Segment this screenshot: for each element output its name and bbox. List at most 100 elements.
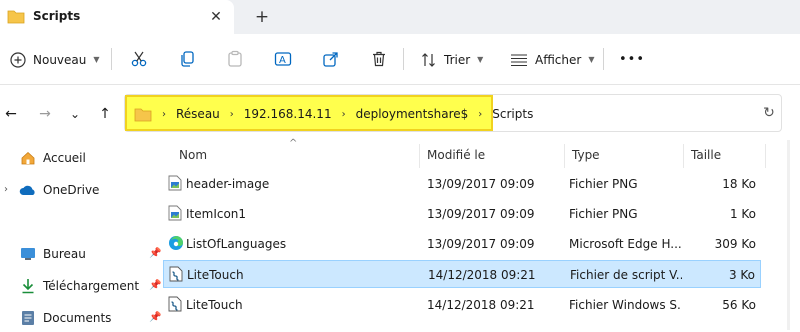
recent-locations-button[interactable]: ⌄	[65, 104, 85, 124]
copy-button[interactable]	[176, 48, 198, 70]
new-button[interactable]: Nouveau ▼	[10, 34, 100, 85]
copy-icon	[181, 51, 194, 67]
svg-text:A: A	[279, 55, 286, 66]
cloud-icon	[19, 184, 37, 196]
chevron-down-icon: ▼	[93, 55, 100, 64]
file-size: 56 Ko	[722, 298, 756, 312]
file-size: 309 Ko	[714, 237, 756, 251]
file-size: 18 Ko	[722, 177, 756, 191]
column-header-type[interactable]: Type	[572, 148, 600, 162]
view-label: Afficher	[535, 52, 582, 67]
file-type: Fichier PNG	[569, 177, 638, 191]
column-divider[interactable]	[419, 144, 420, 168]
breadcrumb: › Réseau › 192.168.14.11 › deploymentsha…	[134, 104, 533, 124]
file-type: Fichier PNG	[569, 207, 638, 221]
breadcrumb-item[interactable]: Scripts	[492, 107, 533, 121]
cut-button[interactable]	[128, 48, 150, 70]
sort-button[interactable]: Trier ▼	[421, 34, 483, 85]
image-file-icon	[168, 175, 182, 194]
breadcrumb-separator: ›	[478, 108, 483, 120]
sidebar-item-documents[interactable]: Documents 📌	[19, 307, 169, 329]
sort-label: Trier	[444, 52, 471, 67]
script-file-icon	[169, 266, 183, 285]
breadcrumb-item[interactable]: Réseau	[176, 107, 220, 121]
chevron-down-icon: ▼	[477, 55, 484, 64]
close-tab-icon[interactable]: ✕	[206, 7, 226, 27]
sidebar-item-label: Documents	[43, 311, 112, 325]
file-modified: 13/09/2017 09:09	[427, 237, 535, 251]
file-row[interactable]: ItemIcon1 13/09/2017 09:09 Fichier PNG 1…	[163, 200, 761, 228]
tab-title: Scripts	[33, 9, 81, 23]
file-name: ItemIcon1	[186, 207, 247, 221]
view-icon	[511, 53, 527, 66]
file-type: Fichier Windows S...	[569, 298, 681, 312]
sort-indicator-icon: ^	[289, 138, 298, 149]
file-size: 1 Ko	[729, 207, 756, 221]
folder-icon	[134, 107, 152, 122]
paste-button[interactable]	[224, 48, 246, 70]
home-icon	[19, 150, 37, 166]
pin-icon[interactable]: 📌	[149, 248, 161, 259]
column-header-size[interactable]: Taille	[691, 148, 721, 162]
tab-scripts[interactable]: Scripts ✕	[0, 0, 234, 34]
file-name: ListOfLanguages	[186, 237, 287, 251]
up-button[interactable]: ↑	[95, 104, 115, 124]
command-bar: Nouveau ▼ A Trier ▼ Afficher ▼ •••	[0, 34, 800, 85]
file-name: header-image	[186, 177, 270, 191]
file-type: Microsoft Edge H...	[569, 237, 681, 251]
folder-icon	[7, 9, 25, 27]
expand-chevron-icon[interactable]: ›	[4, 184, 8, 195]
breadcrumb-item[interactable]: deploymentshare$	[356, 107, 469, 121]
sidebar-item-label: Accueil	[43, 151, 86, 165]
toolbar-divider	[403, 48, 404, 70]
view-button[interactable]: Afficher ▼	[510, 34, 595, 85]
file-name: LiteTouch	[187, 268, 244, 282]
file-row[interactable]: LiteTouch 14/12/2018 09:21 Fichier Windo…	[163, 291, 761, 319]
column-divider[interactable]	[564, 144, 565, 168]
image-file-icon	[168, 205, 182, 224]
sidebar-item-label: OneDrive	[43, 183, 100, 197]
sidebar-item-home[interactable]: Accueil	[19, 147, 86, 169]
file-row[interactable]: ListOfLanguages 13/09/2017 09:09 Microso…	[163, 230, 761, 258]
file-row[interactable]: header-image 13/09/2017 09:09 Fichier PN…	[163, 170, 761, 198]
refresh-icon[interactable]: ↻	[760, 104, 778, 122]
sidebar-item-label: Téléchargement	[43, 279, 140, 293]
pin-icon[interactable]: 📌	[149, 280, 161, 291]
trash-icon	[373, 51, 385, 67]
rename-button[interactable]: A	[272, 48, 294, 70]
pin-icon[interactable]: 📌	[149, 312, 161, 323]
column-header-modified[interactable]: Modifié le	[427, 148, 485, 162]
desktop-icon	[19, 247, 37, 261]
column-divider[interactable]	[765, 144, 766, 168]
column-divider[interactable]	[683, 144, 684, 168]
paste-icon	[228, 50, 242, 67]
tab-strip: Scripts ✕ +	[0, 0, 800, 34]
toolbar-divider	[603, 48, 604, 70]
sidebar-item-desktop[interactable]: Bureau 📌	[19, 243, 169, 265]
file-row-selected[interactable]: LiteTouch 14/12/2018 09:21 Fichier de sc…	[163, 260, 761, 288]
new-button-label: Nouveau	[33, 52, 87, 67]
share-button[interactable]	[320, 48, 342, 70]
documents-icon	[19, 310, 37, 326]
file-modified: 13/09/2017 09:09	[427, 207, 535, 221]
file-size: 3 Ko	[728, 268, 755, 282]
column-header-name[interactable]: Nom	[179, 148, 207, 162]
forward-button[interactable]: →	[35, 104, 55, 124]
breadcrumb-separator: ›	[229, 108, 234, 120]
sort-icon	[422, 52, 435, 67]
vertical-scrollbar[interactable]	[787, 140, 790, 330]
plus-circle-icon	[10, 51, 26, 68]
rename-icon: A	[274, 52, 292, 66]
file-modified: 13/09/2017 09:09	[427, 177, 535, 191]
more-options-button[interactable]: •••	[619, 48, 644, 70]
edge-icon	[168, 235, 184, 254]
back-button[interactable]: ←	[1, 104, 21, 124]
file-name: LiteTouch	[186, 298, 243, 312]
sidebar-item-onedrive[interactable]: OneDrive	[19, 179, 99, 201]
new-tab-button[interactable]: +	[251, 6, 273, 28]
breadcrumb-item[interactable]: 192.168.14.11	[244, 107, 332, 121]
sidebar-item-downloads[interactable]: Téléchargement 📌	[19, 275, 169, 297]
delete-button[interactable]	[368, 48, 390, 70]
sidebar-item-label: Bureau	[43, 247, 86, 261]
cut-icon	[131, 51, 147, 67]
